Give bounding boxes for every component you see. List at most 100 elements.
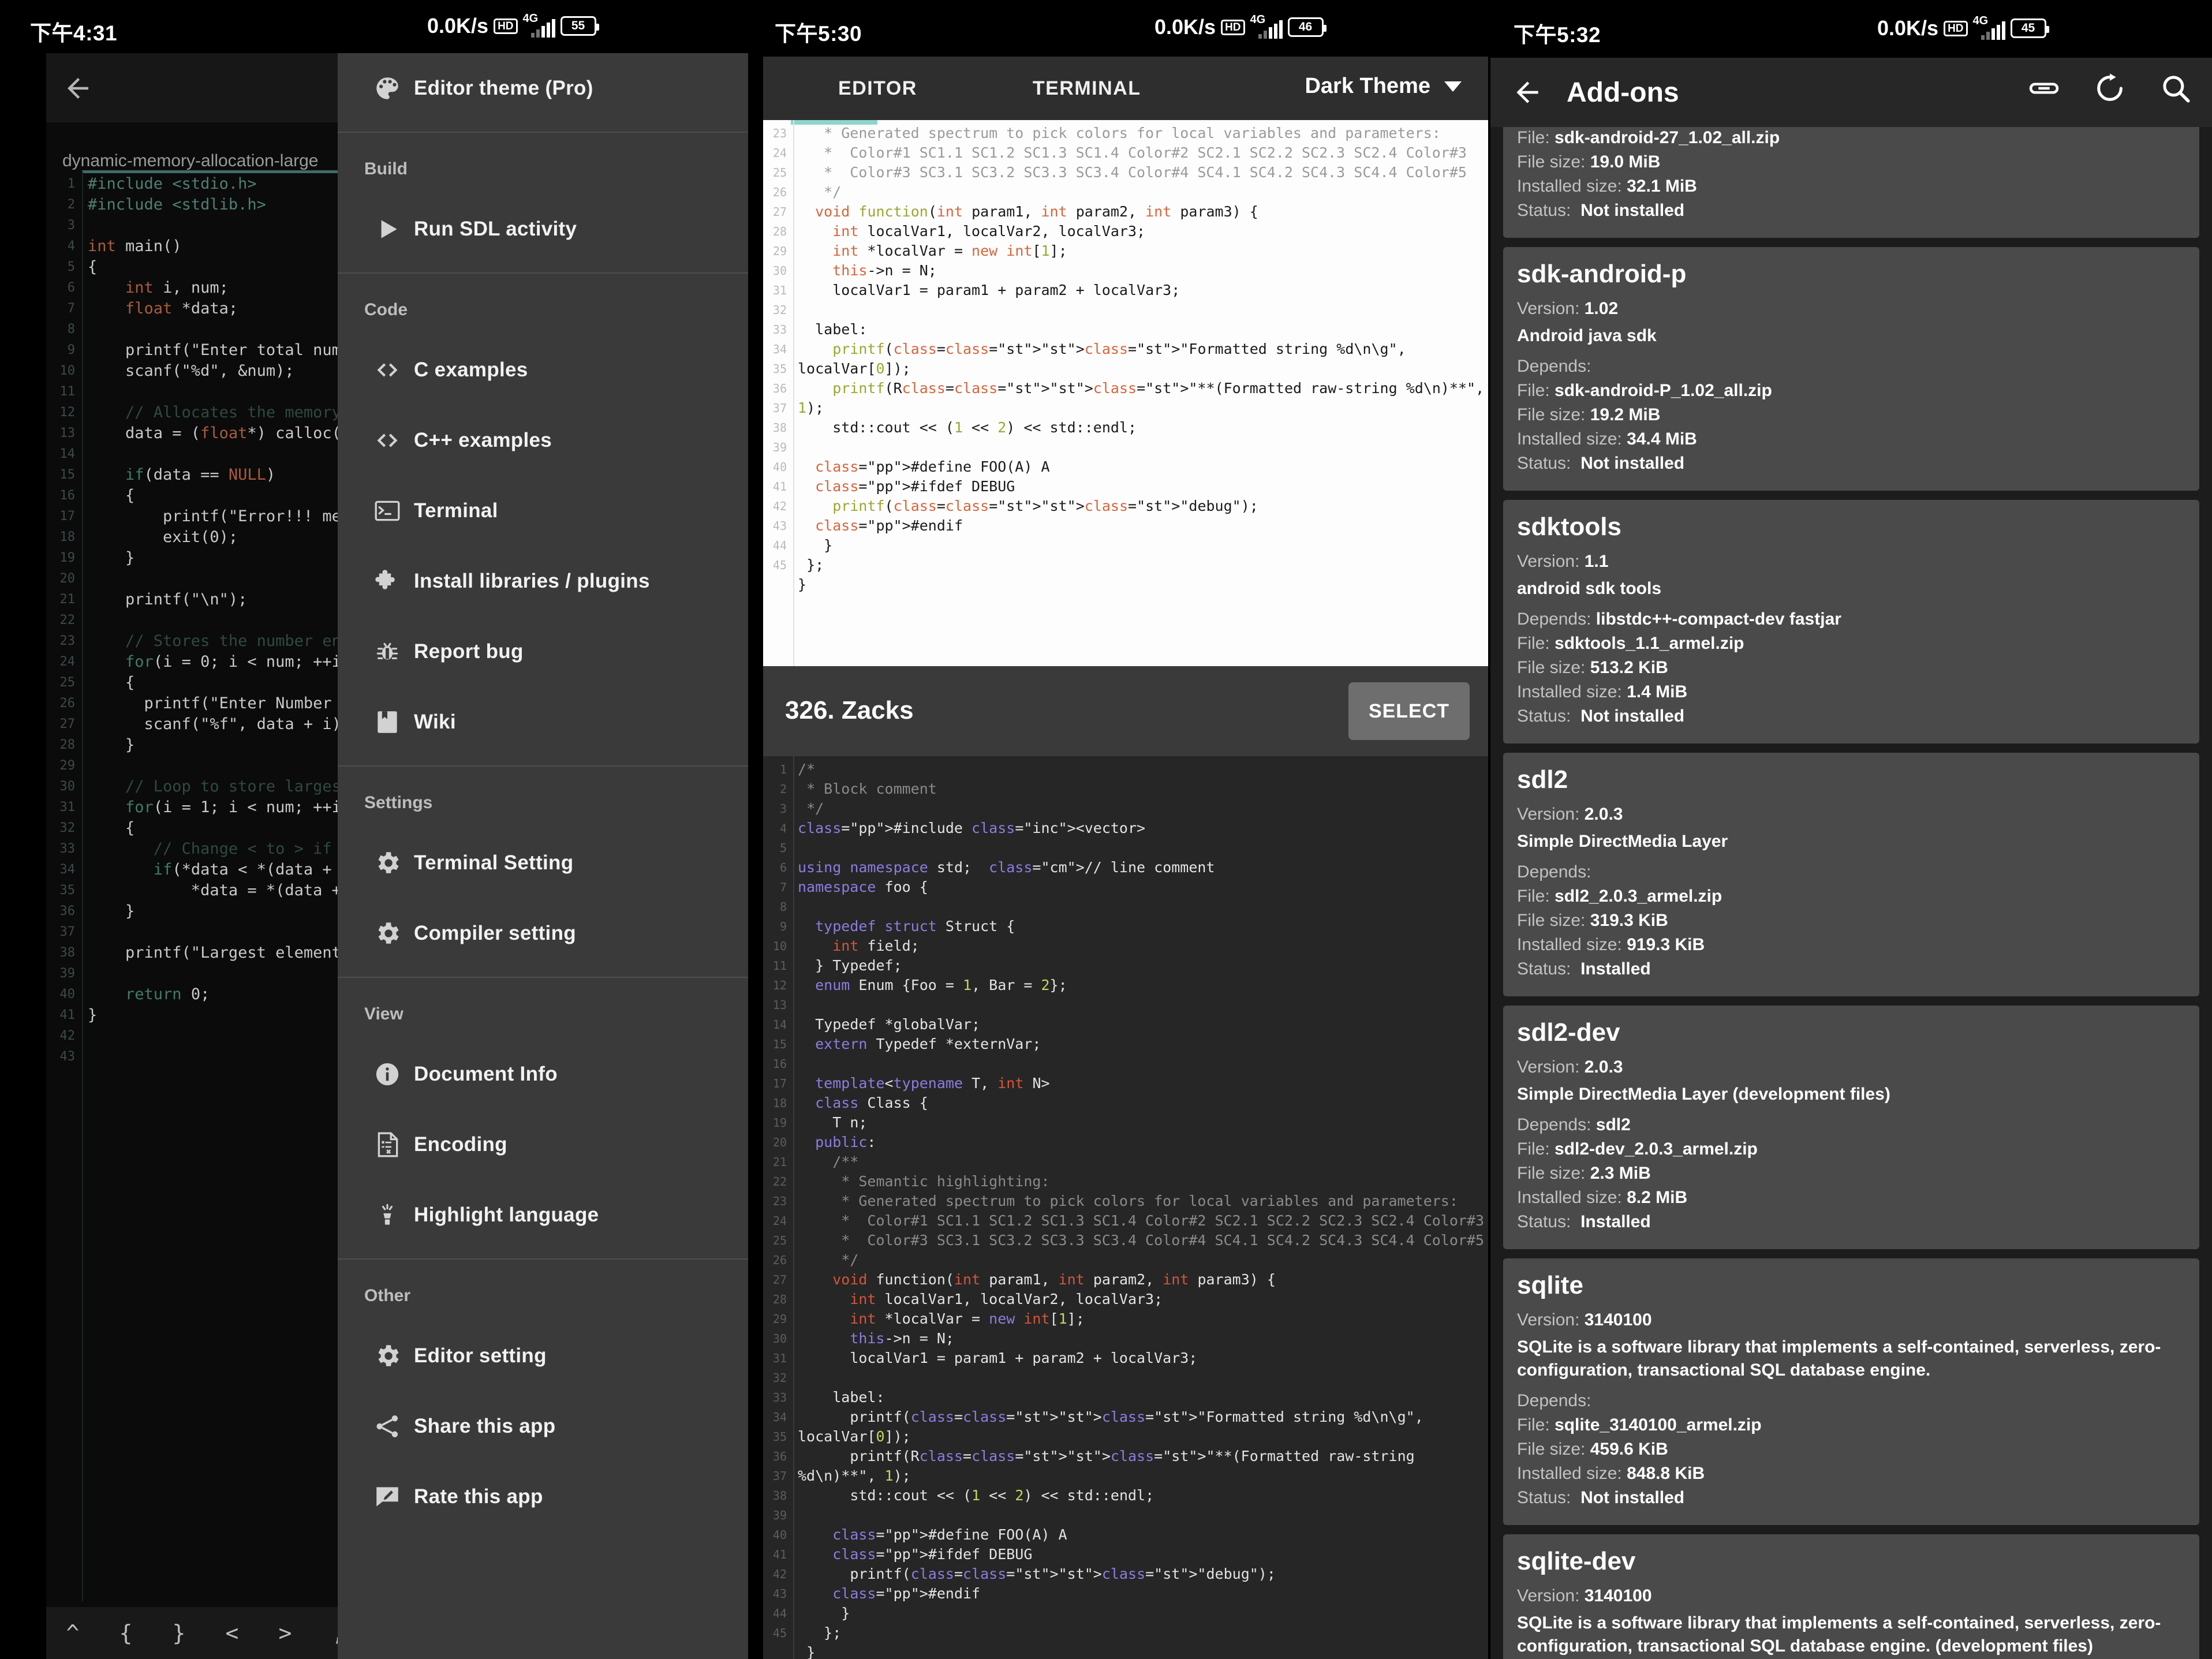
code-line: void function(int param1, int param2, in… bbox=[798, 1270, 1487, 1290]
addon-card[interactable]: File: sdk-android-27_1.02_all.zipFile si… bbox=[1503, 127, 2199, 238]
code-line: * Color#1 SC1.1 SC1.2 SC1.3 SC1.4 Color#… bbox=[798, 1211, 1487, 1231]
navigation-drawer[interactable]: Editor theme (Pro)BuildRun SDL activityC… bbox=[338, 53, 750, 1659]
code-line: } bbox=[798, 536, 1487, 555]
menu-item-report-bug[interactable]: Report bug bbox=[338, 616, 750, 687]
search-icon[interactable] bbox=[2159, 72, 2192, 105]
menu-item-label: Editor theme (Pro) bbox=[414, 77, 593, 100]
code-line: class="pp">#ifdef DEBUG bbox=[798, 477, 1487, 496]
menu-item-share-this-app[interactable]: Share this app bbox=[338, 1391, 750, 1462]
menu-item-install-libraries-plugins[interactable]: Install libraries / plugins bbox=[338, 546, 750, 616]
addon-file-size: File size: 2.3 MiB bbox=[1517, 1163, 2185, 1185]
menu-item-label: Report bug bbox=[414, 640, 524, 663]
addon-status: Status: Not installed bbox=[1517, 705, 2185, 727]
code-line: T n; bbox=[798, 1113, 1487, 1133]
menu-item-label: Highlight language bbox=[414, 1204, 599, 1227]
keypad-key[interactable]: ^ bbox=[46, 1620, 99, 1646]
addon-file-size: File size: 19.2 MiB bbox=[1517, 404, 2185, 426]
keypad-key[interactable]: < bbox=[205, 1620, 259, 1646]
addon-file-size: File size: 459.6 KiB bbox=[1517, 1438, 2185, 1460]
code-line: enum Enum {Foo = 1, Bar = 2}; bbox=[798, 976, 1487, 995]
code-line: * Semantic highlighting: bbox=[798, 1172, 1487, 1191]
select-button[interactable]: SELECT bbox=[1348, 682, 1470, 740]
keypad-key[interactable]: { bbox=[99, 1620, 152, 1646]
menu-item-wiki[interactable]: Wiki bbox=[338, 687, 750, 757]
code-line: printf(Rclass=class="st">"st">class="st"… bbox=[798, 1447, 1487, 1486]
theme-dropdown[interactable]: Dark Theme bbox=[1305, 74, 1462, 99]
keypad-key[interactable]: > bbox=[259, 1620, 312, 1646]
menu-item-label: Document Info bbox=[414, 1063, 558, 1086]
code-line: localVar1 = param1 + param2 + localVar3; bbox=[798, 1348, 1487, 1368]
addon-card[interactable]: sdl2-devVersion: 2.0.3Simple DirectMedia… bbox=[1503, 1006, 2199, 1249]
code-line: printf(Rclass=class="st">"st">class="st"… bbox=[798, 379, 1487, 418]
code-line: using namespace std; class="cm">// line … bbox=[798, 858, 1487, 877]
code-line: int field; bbox=[798, 936, 1487, 956]
addon-name: sdl2 bbox=[1517, 765, 2185, 794]
panel-addons: 下午5:32 0.0K/s HD 4G 45 Add-ons bbox=[1490, 0, 2212, 1659]
code-line: printf(class=class="st">"st">class="st">… bbox=[798, 1407, 1487, 1447]
network-4g-icon: 4G bbox=[1250, 16, 1283, 39]
battery-icon: 45 bbox=[2011, 18, 2046, 38]
addon-file: File: sdl2-dev_2.0.3_armel.zip bbox=[1517, 1138, 2185, 1160]
code-line: * Block comment bbox=[798, 779, 1487, 799]
code-line: * Generated spectrum to pick colors for … bbox=[798, 124, 1487, 143]
menu-item-compiler-setting[interactable]: Compiler setting bbox=[338, 898, 750, 969]
tab-editor[interactable]: EDITOR bbox=[838, 77, 917, 100]
code-line: extern Typedef *externVar; bbox=[798, 1034, 1487, 1054]
battery-icon: 46 bbox=[1288, 17, 1324, 37]
addon-card[interactable]: sdl2Version: 2.0.3Simple DirectMedia Lay… bbox=[1503, 753, 2199, 996]
code-line: /** bbox=[798, 1152, 1487, 1172]
tab-terminal[interactable]: TERMINAL bbox=[1033, 77, 1141, 100]
theme-dropdown-value: Dark Theme bbox=[1305, 74, 1430, 99]
addon-card[interactable]: sqliteVersion: 3140100SQLite is a softwa… bbox=[1503, 1258, 2199, 1525]
code-line: printf(class=class="st">"st">class="st">… bbox=[798, 1564, 1487, 1584]
addon-status: Status: Installed bbox=[1517, 1211, 2185, 1233]
code-preview-dark-block: 1234567891011121314151617181920212223242… bbox=[763, 756, 1490, 1659]
refresh-icon[interactable] bbox=[2093, 72, 2127, 105]
play-icon bbox=[361, 215, 414, 244]
code-line: */ bbox=[798, 1250, 1487, 1270]
addon-status: Status: Installed bbox=[1517, 958, 2185, 980]
menu-item-label: Terminal Setting bbox=[414, 851, 573, 875]
addon-version: Version: 3140100 bbox=[1517, 1585, 2185, 1607]
menu-item-encoding[interactable]: Encoding bbox=[338, 1109, 750, 1180]
addons-list[interactable]: File: sdk-android-27_1.02_all.zipFile si… bbox=[1490, 127, 2212, 1659]
menu-item-label: Install libraries / plugins bbox=[414, 570, 650, 593]
back-arrow-icon[interactable] bbox=[1511, 76, 1544, 109]
line-number-gutter: 2324252627282930313233343536373839404142… bbox=[763, 124, 791, 575]
code-lines: * Generated spectrum to pick colors for … bbox=[798, 124, 1487, 614]
addon-card[interactable]: sdktoolsVersion: 1.1android sdk toolsDep… bbox=[1503, 500, 2199, 743]
menu-item-document-info[interactable]: Document Info bbox=[338, 1039, 750, 1109]
code-line: this->n = N; bbox=[798, 261, 1487, 281]
menu-item-highlight-language[interactable]: Highlight language bbox=[338, 1180, 750, 1250]
code-line: } bbox=[798, 1643, 1487, 1659]
menu-item-terminal-setting[interactable]: Terminal Setting bbox=[338, 828, 750, 898]
link-icon[interactable] bbox=[2027, 72, 2061, 105]
menu-item-label: Share this app bbox=[414, 1415, 555, 1438]
info-icon bbox=[361, 1060, 414, 1089]
addon-version: Version: 2.0.3 bbox=[1517, 1056, 2185, 1078]
theme-name-label: 326. Zacks bbox=[785, 696, 914, 725]
menu-item-c-examples[interactable]: C examples bbox=[338, 335, 750, 405]
addon-installed-size: Installed size: 848.8 KiB bbox=[1517, 1463, 2185, 1485]
status-time: 下午5:32 bbox=[1514, 17, 1601, 48]
code-line bbox=[798, 1054, 1487, 1074]
keypad-key[interactable]: } bbox=[152, 1620, 205, 1646]
code-line: template<typename T, int N> bbox=[798, 1074, 1487, 1093]
menu-item-terminal[interactable]: Terminal bbox=[338, 476, 750, 546]
addon-file-size: File size: 319.3 KiB bbox=[1517, 910, 2185, 932]
menu-item-rate-this-app[interactable]: Rate this app bbox=[338, 1462, 750, 1532]
menu-item-editor-theme-pro[interactable]: Editor theme (Pro) bbox=[338, 53, 750, 124]
menu-item-label: C++ examples bbox=[414, 429, 552, 452]
menu-item-label: Encoding bbox=[414, 1133, 507, 1156]
addon-card[interactable]: sqlite-devVersion: 3140100SQLite is a so… bbox=[1503, 1534, 2199, 1659]
code-line: printf(class=class="st">"st">class="st">… bbox=[798, 339, 1487, 379]
code-line: label: bbox=[798, 320, 1487, 339]
menu-item-run-sdl-activity[interactable]: Run SDL activity bbox=[338, 194, 750, 264]
menu-item-editor-setting[interactable]: Editor setting bbox=[338, 1321, 750, 1391]
menu-item-c-examples[interactable]: C++ examples bbox=[338, 405, 750, 476]
puzzle-icon bbox=[361, 567, 414, 596]
back-arrow-icon[interactable] bbox=[62, 73, 94, 104]
hd-icon: HD bbox=[1944, 21, 1967, 36]
code-line: this->n = N; bbox=[798, 1329, 1487, 1348]
addon-card[interactable]: sdk-android-pVersion: 1.02Android java s… bbox=[1503, 247, 2199, 491]
